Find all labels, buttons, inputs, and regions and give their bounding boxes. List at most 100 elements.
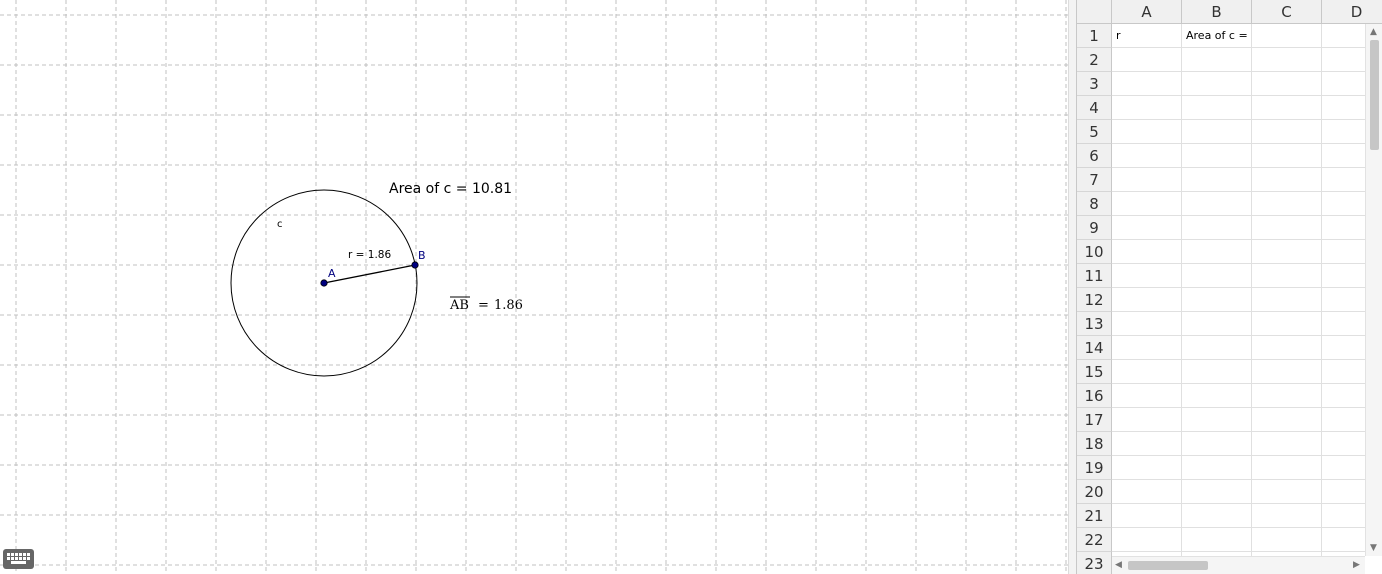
point-a[interactable] <box>320 279 328 287</box>
cell-b14[interactable] <box>1182 336 1252 360</box>
cell-a8[interactable] <box>1112 192 1182 216</box>
cell-a16[interactable] <box>1112 384 1182 408</box>
cell-b20[interactable] <box>1182 480 1252 504</box>
cell-c19[interactable] <box>1252 456 1322 480</box>
cell-c10[interactable] <box>1252 240 1322 264</box>
cell-a6[interactable] <box>1112 144 1182 168</box>
cell-a12[interactable] <box>1112 288 1182 312</box>
cell-b13[interactable] <box>1182 312 1252 336</box>
row-header[interactable]: 16 <box>1077 384 1112 408</box>
cell-a11[interactable] <box>1112 264 1182 288</box>
point-b[interactable] <box>411 261 419 269</box>
cell-a2[interactable] <box>1112 48 1182 72</box>
cell-c6[interactable] <box>1252 144 1322 168</box>
cell-c8[interactable] <box>1252 192 1322 216</box>
column-header-b[interactable]: B <box>1182 0 1252 24</box>
cell-c22[interactable] <box>1252 528 1322 552</box>
cell-b19[interactable] <box>1182 456 1252 480</box>
row-header[interactable]: 15 <box>1077 360 1112 384</box>
cell-b6[interactable] <box>1182 144 1252 168</box>
cell-c3[interactable] <box>1252 72 1322 96</box>
row-header[interactable]: 6 <box>1077 144 1112 168</box>
cell-c5[interactable] <box>1252 120 1322 144</box>
row-header[interactable]: 18 <box>1077 432 1112 456</box>
row-header[interactable]: 23 <box>1077 552 1112 574</box>
row-header[interactable]: 8 <box>1077 192 1112 216</box>
chevron-left-icon[interactable]: ◀ <box>1115 560 1122 570</box>
row-header[interactable]: 7 <box>1077 168 1112 192</box>
row-header[interactable]: 9 <box>1077 216 1112 240</box>
cell-b9[interactable] <box>1182 216 1252 240</box>
row-header[interactable]: 1 <box>1077 24 1112 48</box>
cell-a20[interactable] <box>1112 480 1182 504</box>
row-header[interactable]: 12 <box>1077 288 1112 312</box>
row-header[interactable]: 10 <box>1077 240 1112 264</box>
cell-b2[interactable] <box>1182 48 1252 72</box>
vertical-scroll-thumb[interactable] <box>1370 40 1379 150</box>
cell-b4[interactable] <box>1182 96 1252 120</box>
cell-b22[interactable] <box>1182 528 1252 552</box>
chevron-right-icon[interactable]: ▶ <box>1353 560 1360 570</box>
cell-b21[interactable] <box>1182 504 1252 528</box>
cell-a9[interactable] <box>1112 216 1182 240</box>
cell-a15[interactable] <box>1112 360 1182 384</box>
cell-b16[interactable] <box>1182 384 1252 408</box>
corner-cell[interactable] <box>1077 0 1112 24</box>
row-header[interactable]: 22 <box>1077 528 1112 552</box>
cell-c2[interactable] <box>1252 48 1322 72</box>
column-header-a[interactable]: A <box>1112 0 1182 24</box>
cell-c20[interactable] <box>1252 480 1322 504</box>
cell-c21[interactable] <box>1252 504 1322 528</box>
cell-b17[interactable] <box>1182 408 1252 432</box>
cell-c9[interactable] <box>1252 216 1322 240</box>
cell-c11[interactable] <box>1252 264 1322 288</box>
cell-c15[interactable] <box>1252 360 1322 384</box>
segment-length-text[interactable]: AB = 1.86 <box>449 296 523 313</box>
chevron-up-icon[interactable]: ▲ <box>1370 27 1377 37</box>
segment-ab[interactable] <box>323 264 416 284</box>
row-header[interactable]: 11 <box>1077 264 1112 288</box>
cell-a7[interactable] <box>1112 168 1182 192</box>
cell-a22[interactable] <box>1112 528 1182 552</box>
vertical-scrollbar[interactable]: ▲ ▼ <box>1365 24 1382 556</box>
cell-b11[interactable] <box>1182 264 1252 288</box>
cell-b3[interactable] <box>1182 72 1252 96</box>
row-header[interactable]: 19 <box>1077 456 1112 480</box>
cell-b5[interactable] <box>1182 120 1252 144</box>
horizontal-scroll-thumb[interactable] <box>1128 561 1208 570</box>
cell-c16[interactable] <box>1252 384 1322 408</box>
cell-c12[interactable] <box>1252 288 1322 312</box>
row-header[interactable]: 13 <box>1077 312 1112 336</box>
graphics-canvas[interactable]: A B c r = 1.86 Area of c = 10.81 AB = 1.… <box>0 0 1068 574</box>
cell-c14[interactable] <box>1252 336 1322 360</box>
cell-b12[interactable] <box>1182 288 1252 312</box>
keyboard-button[interactable] <box>3 549 34 569</box>
cell-c7[interactable] <box>1252 168 1322 192</box>
area-text[interactable]: Area of c = 10.81 <box>389 181 512 197</box>
chevron-down-icon[interactable]: ▼ <box>1370 543 1377 553</box>
row-header[interactable]: 20 <box>1077 480 1112 504</box>
cell-a4[interactable] <box>1112 96 1182 120</box>
row-header[interactable]: 4 <box>1077 96 1112 120</box>
view-splitter[interactable] <box>1068 0 1077 574</box>
cell-a13[interactable] <box>1112 312 1182 336</box>
cell-c17[interactable] <box>1252 408 1322 432</box>
cell-a1[interactable]: r <box>1112 24 1182 48</box>
row-header[interactable]: 2 <box>1077 48 1112 72</box>
cell-a21[interactable] <box>1112 504 1182 528</box>
cell-c1[interactable] <box>1252 24 1322 48</box>
spreadsheet-view[interactable]: A B C D 1 r Area of c = 2 3 4 5 6 7 8 9 10 11 12 13 14 1… <box>1077 0 1382 574</box>
cell-b15[interactable] <box>1182 360 1252 384</box>
column-header-c[interactable]: C <box>1252 0 1322 24</box>
row-header[interactable]: 3 <box>1077 72 1112 96</box>
row-header[interactable]: 5 <box>1077 120 1112 144</box>
column-header-d[interactable]: D <box>1322 0 1382 24</box>
cell-a19[interactable] <box>1112 456 1182 480</box>
cell-b18[interactable] <box>1182 432 1252 456</box>
cell-b7[interactable] <box>1182 168 1252 192</box>
row-header[interactable]: 14 <box>1077 336 1112 360</box>
cell-a10[interactable] <box>1112 240 1182 264</box>
cell-c4[interactable] <box>1252 96 1322 120</box>
cell-b1[interactable]: Area of c = <box>1182 24 1252 48</box>
cell-a17[interactable] <box>1112 408 1182 432</box>
